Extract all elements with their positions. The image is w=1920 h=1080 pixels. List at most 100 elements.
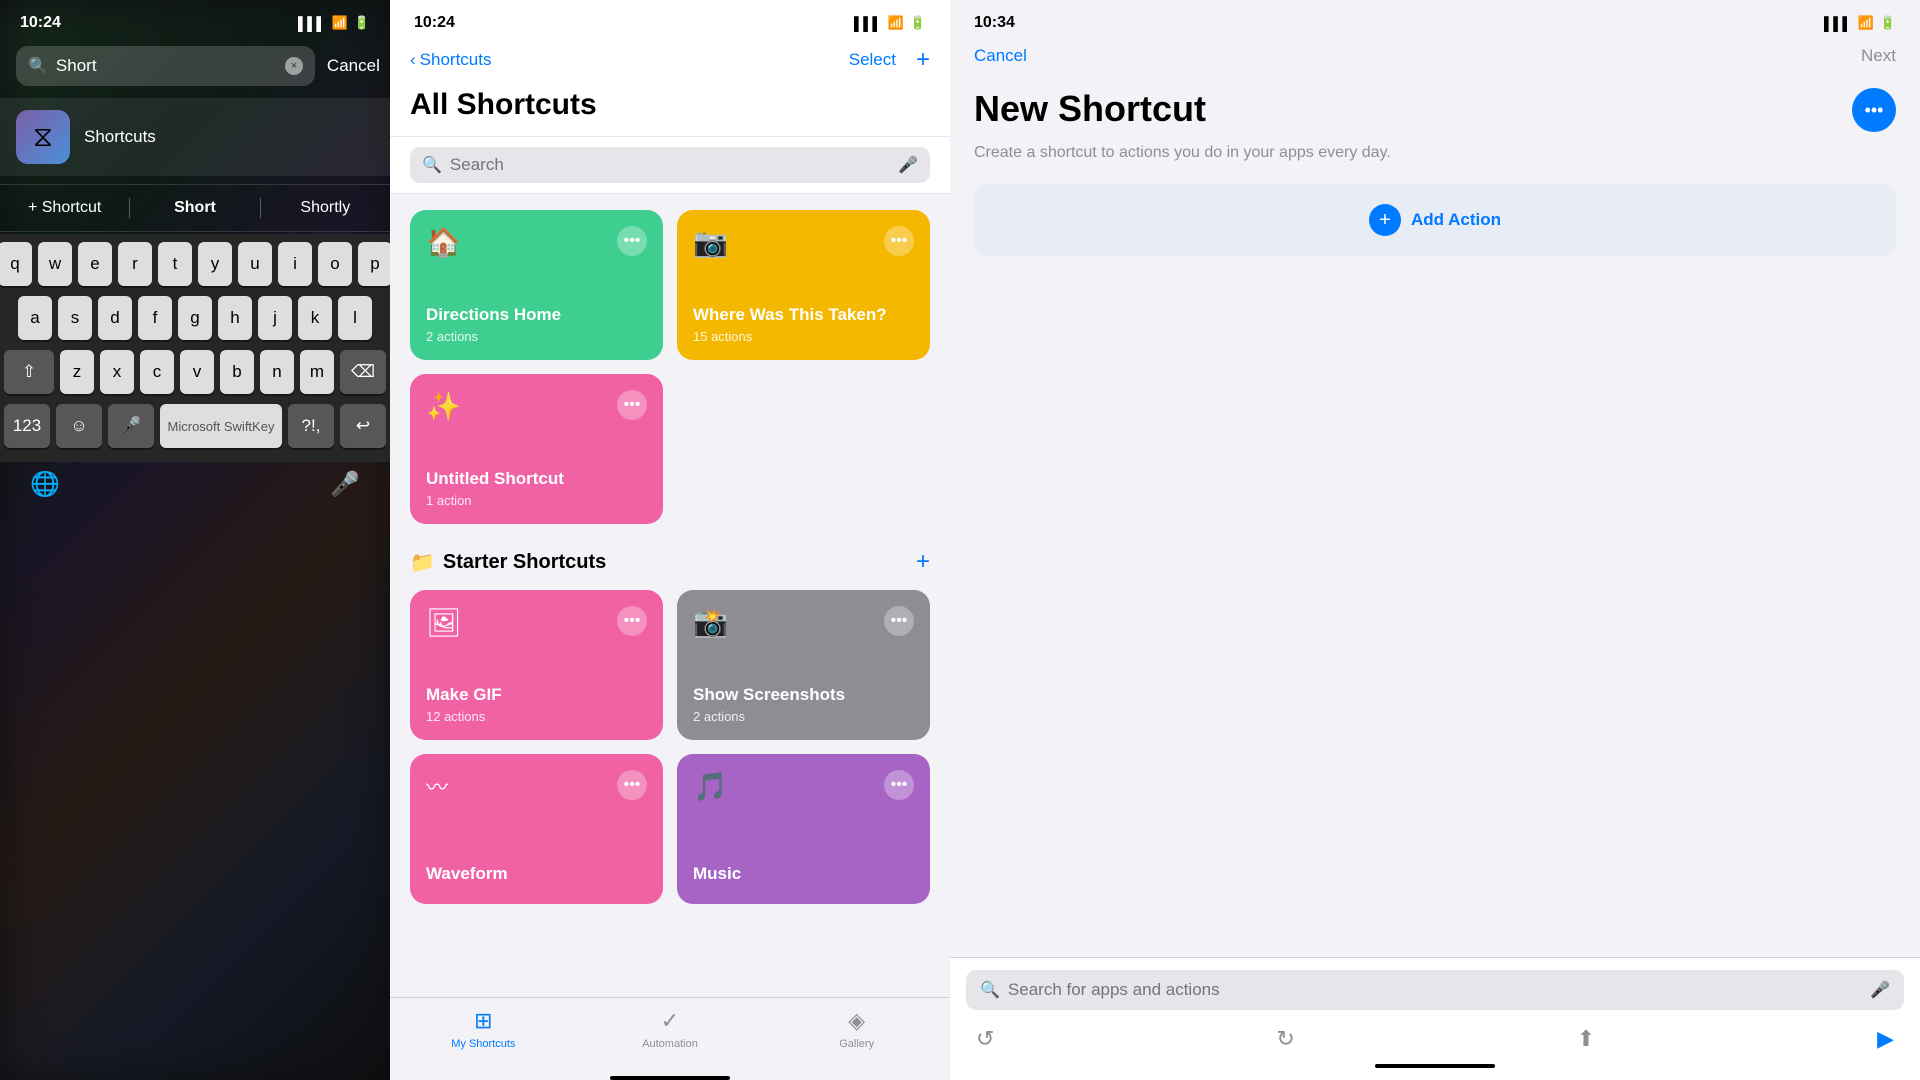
status-bar-shortcuts: 10:24 ▌▌▌ 📶 🔋	[390, 0, 950, 38]
search-icon-shortcuts: 🔍	[422, 155, 442, 175]
bottom-icons: 🌐 🎤	[0, 462, 390, 507]
share-button[interactable]: ⬆	[1577, 1026, 1595, 1052]
clear-button[interactable]: ×	[285, 57, 303, 75]
shortcuts-app-name: Shortcuts	[84, 127, 156, 147]
key-p[interactable]: p	[358, 242, 390, 286]
redo-button[interactable]: ↻	[1276, 1026, 1294, 1052]
key-w[interactable]: w	[38, 242, 72, 286]
battery-new: 🔋	[1880, 15, 1896, 31]
shortcut-card-untitled[interactable]: ✨ ••• Untitled Shortcut 1 action	[410, 374, 663, 524]
add-shortcut-button[interactable]: +	[916, 46, 930, 74]
search-input[interactable]	[56, 56, 277, 76]
where-taken-menu[interactable]: •••	[884, 226, 914, 256]
shortcut-card-screenshots[interactable]: 📸 ••• Show Screenshots 2 actions	[677, 590, 930, 740]
screenshots-name: Show Screenshots	[693, 685, 914, 705]
search-input-box[interactable]: 🔍 ×	[16, 46, 315, 86]
globe-icon[interactable]: 🌐	[30, 470, 60, 499]
key-v[interactable]: v	[180, 350, 214, 394]
key-space[interactable]: Microsoft SwiftKey	[160, 404, 282, 448]
apps-actions-search-input[interactable]	[1008, 980, 1862, 1000]
key-n[interactable]: n	[260, 350, 294, 394]
gif-menu[interactable]: •••	[617, 606, 647, 636]
card-top-waveform: 〰 •••	[426, 770, 647, 802]
back-button[interactable]: ‹ Shortcuts	[410, 50, 491, 70]
all-shortcuts-title: All Shortcuts	[390, 86, 950, 137]
key-c[interactable]: c	[140, 350, 174, 394]
where-taken-name: Where Was This Taken?	[693, 305, 914, 325]
signal-new: ▌▌▌	[1824, 16, 1852, 31]
key-f[interactable]: f	[138, 296, 172, 340]
suggestion-short[interactable]: Short	[130, 195, 259, 221]
shortcut-card-waveform[interactable]: 〰 ••• Waveform	[410, 754, 663, 904]
key-row-2: a s d f g h j k l	[4, 296, 386, 340]
music-menu[interactable]: •••	[884, 770, 914, 800]
signal-icon-search: ▌▌▌	[298, 16, 326, 31]
key-punctuation[interactable]: ?!,	[288, 404, 334, 448]
shortcut-card-make-gif[interactable]: 🖼 ••• Make GIF 12 actions	[410, 590, 663, 740]
directions-home-menu[interactable]: •••	[617, 226, 647, 256]
key-y[interactable]: y	[198, 242, 232, 286]
mic-icon[interactable]: 🎤	[330, 470, 360, 499]
undo-button[interactable]: ↺	[976, 1026, 994, 1052]
key-j[interactable]: j	[258, 296, 292, 340]
key-t[interactable]: t	[158, 242, 192, 286]
key-r[interactable]: r	[118, 242, 152, 286]
suggestion-shortly[interactable]: Shortly	[261, 195, 390, 221]
back-chevron: ‹	[410, 50, 416, 70]
key-d[interactable]: d	[98, 296, 132, 340]
key-s[interactable]: s	[58, 296, 92, 340]
waveform-icon: 〰	[426, 770, 448, 802]
tab-automation[interactable]: ✓ Automation	[577, 1008, 764, 1050]
shortcut-options-button[interactable]: •••	[1852, 88, 1896, 132]
play-button[interactable]: ▶	[1877, 1026, 1894, 1052]
shortcuts-search-inner[interactable]: 🔍 🎤	[410, 147, 930, 183]
key-m[interactable]: m	[300, 350, 334, 394]
key-delete[interactable]: ⌫	[340, 350, 386, 394]
key-o[interactable]: o	[318, 242, 352, 286]
key-shift[interactable]: ⇧	[4, 350, 54, 394]
add-action-button[interactable]: + Add Action	[974, 184, 1896, 256]
app-result-shortcuts[interactable]: ⧖ Shortcuts	[0, 98, 390, 176]
key-b[interactable]: b	[220, 350, 254, 394]
select-button[interactable]: Select	[849, 50, 896, 70]
starter-add-button[interactable]: +	[916, 548, 930, 576]
key-return[interactable]: ↩	[340, 404, 386, 448]
waveform-menu[interactable]: •••	[617, 770, 647, 800]
cancel-new-shortcut-button[interactable]: Cancel	[974, 46, 1027, 66]
starter-section-title: 📁 Starter Shortcuts	[410, 550, 606, 575]
key-z[interactable]: z	[60, 350, 94, 394]
shortcut-card-directions-home[interactable]: 🏠 ••• Directions Home 2 actions	[410, 210, 663, 360]
nav-bar-shortcuts: ‹ Shortcuts Select +	[390, 38, 950, 86]
key-mic[interactable]: 🎤	[108, 404, 154, 448]
key-numbers[interactable]: 123	[4, 404, 50, 448]
tab-gallery[interactable]: ◈ Gallery	[763, 1008, 950, 1050]
shortcut-card-where-taken[interactable]: 📷 ••• Where Was This Taken? 15 actions	[677, 210, 930, 360]
new-shortcut-description: Create a shortcut to actions you do in y…	[974, 142, 1896, 164]
key-l[interactable]: l	[338, 296, 372, 340]
nav-actions: Select +	[849, 46, 930, 74]
key-i[interactable]: i	[278, 242, 312, 286]
shortcut-card-music[interactable]: 🎵 ••• Music	[677, 754, 930, 904]
key-a[interactable]: a	[18, 296, 52, 340]
key-g[interactable]: g	[178, 296, 212, 340]
screenshots-actions: 2 actions	[693, 709, 914, 724]
search-panel: 10:24 ▌▌▌ 📶 🔋 🔍 × Cancel ⧖ Shortcuts	[0, 0, 390, 1080]
shortcuts-search-input[interactable]	[450, 155, 890, 175]
new-shortcut-nav: Cancel Next	[950, 38, 1920, 78]
key-e[interactable]: e	[78, 242, 112, 286]
key-h[interactable]: h	[218, 296, 252, 340]
key-u[interactable]: u	[238, 242, 272, 286]
key-k[interactable]: k	[298, 296, 332, 340]
key-q[interactable]: q	[0, 242, 32, 286]
screenshots-menu[interactable]: •••	[884, 606, 914, 636]
time-shortcuts: 10:24	[414, 14, 455, 32]
cancel-search-button[interactable]: Cancel	[327, 56, 380, 76]
key-x[interactable]: x	[100, 350, 134, 394]
tab-my-shortcuts[interactable]: ⊞ My Shortcuts	[390, 1008, 577, 1050]
key-emoji[interactable]: ☺	[56, 404, 102, 448]
card-bottom-music: Music	[693, 864, 914, 888]
suggestion-plus-shortcut[interactable]: + Shortcut	[0, 195, 129, 221]
untitled-menu[interactable]: •••	[617, 390, 647, 420]
new-search-field[interactable]: 🔍 🎤	[966, 970, 1904, 1010]
shortcuts-scroll[interactable]: 🏠 ••• Directions Home 2 actions 📷 ••• Wh…	[390, 194, 950, 997]
